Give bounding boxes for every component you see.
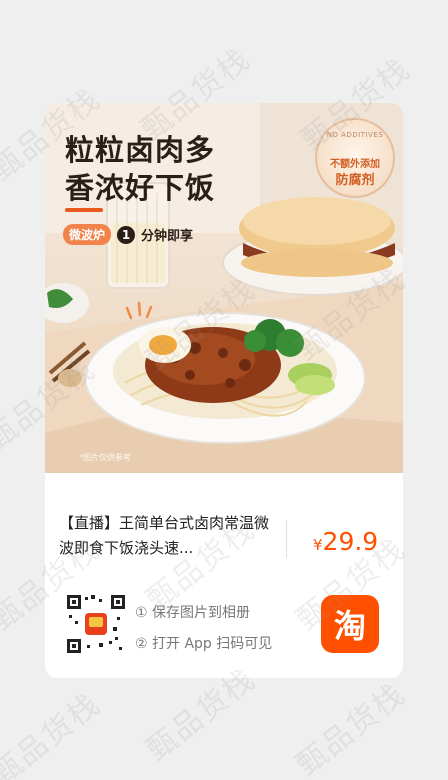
watermark-text: 甄品货栈 <box>289 676 413 780</box>
seal-line-2: 防腐剂 <box>335 173 375 188</box>
seal-line-1: 不额外添加 <box>330 159 380 170</box>
share-instructions: ① 保存图片到相册 ② 打开 App 扫码可见 <box>135 598 272 660</box>
watermark-text: 甄品货栈 <box>0 686 108 780</box>
image-disclaimer: *图片仅供参考 <box>79 453 131 462</box>
headline-line-2: 香浓好下饭 <box>65 171 216 205</box>
share-poster-card: 粒粒卤肉多 香浓好下饭 微波炉 1 分钟即享 NO ADDITIVES 不额外添… <box>45 103 403 678</box>
product-hero-image: 粒粒卤肉多 香浓好下饭 微波炉 1 分钟即享 NO ADDITIVES 不额外添… <box>45 103 403 473</box>
qr-code <box>65 593 127 655</box>
hero-headline: 粒粒卤肉多 香浓好下饭 <box>65 131 215 207</box>
product-price: ¥29.9 <box>313 527 378 556</box>
taobao-glyph: 淘 <box>333 607 366 645</box>
microwave-badge: 微波炉 <box>63 224 112 245</box>
headline-underline <box>65 208 103 212</box>
price-currency: ¥ <box>313 536 323 554</box>
taobao-icon[interactable]: 淘 <box>321 595 379 653</box>
share-step-2: ② 打开 App 扫码可见 <box>135 636 273 652</box>
headline-line-1: 粒粒卤肉多 <box>65 133 216 167</box>
seal-english-text: NO ADDITIVES <box>326 131 384 139</box>
microwave-tagline: 微波炉 1 分钟即享 <box>63 224 193 245</box>
price-value: 29.9 <box>322 527 379 556</box>
share-step-1: ① 保存图片到相册 <box>135 605 251 621</box>
title-price-divider <box>286 520 287 558</box>
no-additives-seal: NO ADDITIVES 不额外添加 防腐剂 <box>315 118 395 198</box>
product-title: 【直播】王简单台式卤肉常温微波即食下饭浇头速... <box>59 514 270 557</box>
minute-text: 分钟即享 <box>141 229 194 244</box>
minute-number-badge: 1 <box>117 225 136 244</box>
